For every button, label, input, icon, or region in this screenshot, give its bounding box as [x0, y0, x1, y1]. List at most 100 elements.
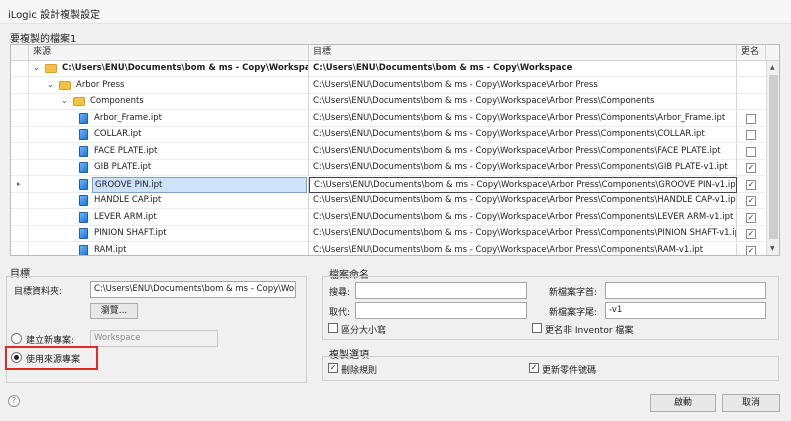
source-cell[interactable]: LEVER ARM.ipt: [29, 209, 309, 226]
scroll-up-icon[interactable]: ▲: [770, 64, 775, 71]
update-part-numbers-checkbox[interactable]: ✓: [529, 363, 539, 373]
rename-cell: ✓: [737, 226, 766, 242]
table-row[interactable]: ⌄ Arbor Press C:\Users\ENU\Documents\bom &…: [11, 77, 766, 94]
scroll-down-icon[interactable]: ▼: [770, 245, 775, 252]
row-indicator-cell[interactable]: [11, 143, 29, 160]
target-path-cell[interactable]: C:\Users\ENU\Documents\bom & ms - Copy\W…: [309, 61, 737, 77]
source-cell[interactable]: HANDLE CAP.ipt: [29, 193, 309, 209]
row-indicator-cell[interactable]: [11, 61, 29, 77]
header-indicator-cell: [11, 45, 29, 61]
browse-button[interactable]: 瀏覽...: [90, 303, 138, 319]
new-project-input[interactable]: Workspace: [90, 330, 218, 347]
column-source-header[interactable]: 來源: [29, 45, 309, 61]
target-path-cell[interactable]: C:\Users\ENU\Documents\bom & ms - Copy\W…: [309, 242, 737, 255]
source-cell[interactable]: ⌄ Components: [29, 94, 309, 110]
source-name: RAM.ipt: [94, 244, 127, 255]
scrollbar-thumb[interactable]: [769, 75, 778, 239]
rename-checkbox[interactable]: ✓: [746, 163, 756, 173]
start-button[interactable]: 啟動: [650, 394, 716, 412]
source-cell[interactable]: GIB PLATE.ipt: [29, 160, 309, 176]
rename-checkbox[interactable]: ✓: [746, 212, 756, 223]
source-cell[interactable]: Arbor_Frame.ipt: [29, 110, 309, 127]
source-cell[interactable]: FACE PLATE.ipt: [29, 143, 309, 160]
rename-checkbox[interactable]: [746, 130, 756, 140]
target-path-cell[interactable]: C:\Users\ENU\Documents\bom & ms - Copy\W…: [309, 127, 737, 143]
table-row[interactable]: COLLAR.ipt C:\Users\ENU\Documents\bom & m…: [11, 127, 766, 143]
replace-input[interactable]: [355, 302, 527, 319]
case-sensitive-checkbox[interactable]: [328, 323, 338, 333]
files-grid[interactable]: 來源 目標 更名 ⌄ C:\Users\ENU\Documents\bom & m…: [10, 44, 780, 256]
target-folder-input[interactable]: C:\Users\ENU\Documents\bom & ms - Copy\W…: [90, 281, 296, 298]
table-row[interactable]: HANDLE CAP.ipt C:\Users\ENU\Documents\bom…: [11, 193, 766, 209]
row-indicator-cell[interactable]: [11, 110, 29, 127]
column-target-header[interactable]: 目標: [309, 45, 737, 61]
row-indicator-cell[interactable]: [11, 127, 29, 143]
source-cell[interactable]: ⌄ C:\Users\ENU\Documents\bom & ms - Copy\…: [29, 61, 309, 77]
source-cell[interactable]: GROOVE PIN.ipt: [29, 176, 309, 193]
rename-cell: [737, 111, 766, 127]
delete-rules-label: 刪除規則: [341, 366, 378, 376]
use-source-project-label: 使用來源專案: [26, 355, 81, 365]
rename-checkbox[interactable]: ✓: [746, 245, 756, 255]
table-row[interactable]: PINION SHAFT.ipt C:\Users\ENU\Documents\b…: [11, 226, 766, 242]
table-row[interactable]: LEVER ARM.ipt C:\Users\ENU\Documents\bom …: [11, 209, 766, 226]
row-indicator-cell[interactable]: [11, 160, 29, 176]
rename-non-inventor-label: 更名非 Inventor 檔案: [545, 326, 634, 336]
rename-checkbox[interactable]: [746, 113, 756, 124]
row-indicator-cell[interactable]: [11, 94, 29, 110]
source-name: Arbor Press: [76, 79, 125, 90]
source-cell[interactable]: PINION SHAFT.ipt: [29, 226, 309, 242]
target-path-cell[interactable]: C:\Users\ENU\Documents\bom & ms - Copy\W…: [309, 209, 737, 226]
source-name: Components: [90, 96, 144, 106]
source-cell[interactable]: COLLAR.ipt: [29, 127, 309, 143]
rename-cell: ✓: [737, 210, 766, 226]
grid-vertical-scrollbar[interactable]: ▲ ▼: [766, 61, 779, 255]
table-row[interactable]: ▸ GROOVE PIN.ipt C:\Users\ENU\Documents\bo…: [11, 176, 766, 193]
part-file-icon: [79, 129, 88, 140]
target-path-cell[interactable]: C:\Users\ENU\Documents\bom & ms - Copy\W…: [309, 176, 737, 193]
row-indicator-cell[interactable]: [11, 226, 29, 242]
part-file-icon: [79, 112, 88, 124]
source-name: HANDLE CAP.ipt: [94, 195, 162, 205]
part-file-icon: [79, 211, 88, 223]
row-indicator-cell[interactable]: ▸: [11, 176, 29, 193]
delete-rules-checkbox[interactable]: ✓: [328, 363, 338, 373]
search-input[interactable]: [355, 282, 527, 299]
column-rename-header[interactable]: 更名: [737, 45, 766, 61]
target-path-cell[interactable]: C:\Users\ENU\Documents\bom & ms - Copy\W…: [309, 110, 737, 127]
rename-checkbox[interactable]: ✓: [746, 196, 756, 206]
table-row[interactable]: FACE PLATE.ipt C:\Users\ENU\Documents\bom…: [11, 143, 766, 160]
target-path-cell[interactable]: C:\Users\ENU\Documents\bom & ms - Copy\W…: [309, 226, 737, 242]
table-row[interactable]: ⌄ C:\Users\ENU\Documents\bom & ms - Copy\…: [11, 61, 766, 77]
table-row[interactable]: RAM.ipt C:\Users\ENU\Documents\bom & ms -…: [11, 242, 766, 255]
chevron-down-icon[interactable]: ⌄: [47, 80, 54, 89]
target-path-cell[interactable]: C:\Users\ENU\Documents\bom & ms - Copy\W…: [309, 77, 737, 94]
row-indicator-cell[interactable]: [11, 193, 29, 209]
rename-non-inventor-checkbox[interactable]: [532, 323, 542, 333]
new-project-radio[interactable]: [11, 333, 22, 344]
rename-checkbox[interactable]: [746, 146, 756, 157]
table-row[interactable]: ⌄ Components C:\Users\ENU\Documents\bom & …: [11, 94, 766, 110]
chevron-down-icon[interactable]: ⌄: [33, 63, 40, 72]
table-row[interactable]: GIB PLATE.ipt C:\Users\ENU\Documents\bom …: [11, 160, 766, 176]
table-row[interactable]: Arbor_Frame.ipt C:\Users\ENU\Documents\bo…: [11, 110, 766, 127]
prefix-label: 新檔案字首:: [549, 288, 598, 298]
prefix-input[interactable]: [605, 282, 766, 299]
target-path-cell[interactable]: C:\Users\ENU\Documents\bom & ms - Copy\W…: [309, 193, 737, 209]
target-path-cell[interactable]: C:\Users\ENU\Documents\bom & ms - Copy\W…: [309, 94, 737, 110]
target-path-cell[interactable]: C:\Users\ENU\Documents\bom & ms - Copy\W…: [309, 143, 737, 160]
row-indicator-cell[interactable]: [11, 242, 29, 255]
part-file-icon: [79, 195, 88, 206]
source-cell[interactable]: RAM.ipt: [29, 242, 309, 255]
help-icon[interactable]: ?: [8, 395, 20, 407]
rename-checkbox[interactable]: ✓: [746, 229, 756, 239]
rename-checkbox[interactable]: ✓: [746, 179, 756, 190]
target-path-cell[interactable]: C:\Users\ENU\Documents\bom & ms - Copy\W…: [309, 160, 737, 176]
use-source-project-radio[interactable]: [11, 352, 22, 363]
cancel-button[interactable]: 取消: [722, 394, 780, 412]
source-cell[interactable]: ⌄ Arbor Press: [29, 77, 309, 94]
row-indicator-cell[interactable]: [11, 77, 29, 94]
suffix-input[interactable]: -v1: [605, 302, 766, 319]
chevron-down-icon[interactable]: ⌄: [61, 96, 68, 105]
row-indicator-cell[interactable]: [11, 209, 29, 226]
